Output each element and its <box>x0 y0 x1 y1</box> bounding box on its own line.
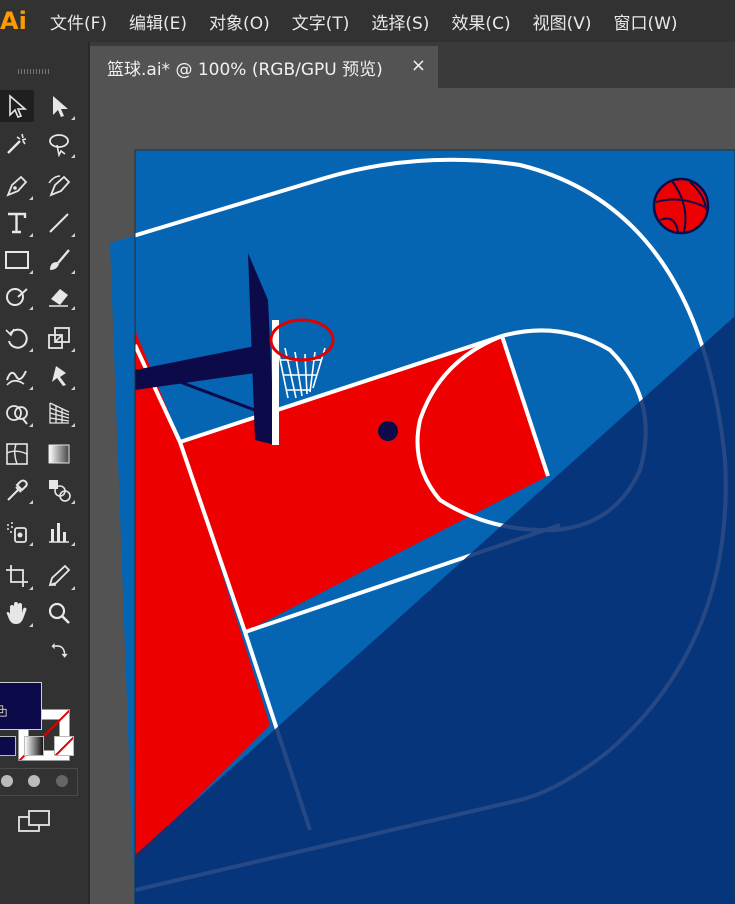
free-throw-dot <box>378 421 398 441</box>
symbol-sprayer-tool-icon[interactable] <box>0 516 34 548</box>
eyedropper-tool-icon[interactable] <box>0 474 34 506</box>
artboard-tool-icon[interactable] <box>0 560 34 592</box>
gradient-mode-button[interactable] <box>24 736 44 756</box>
menu-bar: Ai 文件(F) 编辑(E) 对象(O) 文字(T) 选择(S) 效果(C) 视… <box>0 0 735 42</box>
slice-tool-icon[interactable] <box>42 560 76 592</box>
tools-panel <box>0 42 90 904</box>
document-tab-bar: 篮球.ai* @ 100% (RGB/GPU 预览) × <box>90 42 735 88</box>
shaper-tool-icon[interactable] <box>0 280 34 312</box>
shape-builder-tool-icon[interactable] <box>0 397 34 429</box>
document-tab[interactable]: 篮球.ai* @ 100% (RGB/GPU 预览) × <box>90 46 438 88</box>
scale-tool-icon[interactable] <box>42 322 76 354</box>
swap-fill-stroke-icon[interactable] <box>48 638 72 662</box>
selection-tool-icon[interactable] <box>42 90 76 122</box>
menu-file[interactable]: 文件(F) <box>50 9 107 34</box>
menu-window[interactable]: 窗口(W) <box>613 9 677 34</box>
menu-type[interactable]: 文字(T) <box>292 9 350 34</box>
menu-effect[interactable]: 效果(C) <box>451 9 510 34</box>
direct-selection-tool-icon[interactable] <box>0 90 34 122</box>
menu-select[interactable]: 选择(S) <box>371 9 429 34</box>
lasso-tool-icon[interactable] <box>42 128 76 160</box>
canvas-area[interactable] <box>90 88 735 904</box>
type-tool-icon[interactable] <box>0 207 34 239</box>
draw-inside-icon[interactable] <box>56 775 68 787</box>
close-tab-icon[interactable]: × <box>411 55 426 76</box>
color-mode-button[interactable] <box>0 736 16 756</box>
menu-edit[interactable]: 编辑(E) <box>129 9 187 34</box>
rectangle-tool-icon[interactable] <box>0 244 34 276</box>
document-tab-title: 篮球.ai* @ 100% (RGB/GPU 预览) <box>107 59 383 80</box>
curvature-tool-icon[interactable] <box>42 170 76 202</box>
perspective-grid-tool-icon[interactable] <box>42 397 76 429</box>
none-mode-button[interactable] <box>54 736 74 756</box>
panel-grip[interactable] <box>18 69 50 74</box>
hand-tool-icon[interactable] <box>0 597 34 629</box>
app-logo: Ai <box>0 7 27 35</box>
basketball-icon <box>652 177 710 235</box>
blend-tool-icon[interactable] <box>42 474 76 506</box>
warp-tool-icon[interactable] <box>0 360 34 392</box>
screen-mode-icon[interactable] <box>17 805 51 837</box>
pen-tool-icon[interactable] <box>0 170 34 202</box>
line-segment-tool-icon[interactable] <box>42 207 76 239</box>
draw-mode-group <box>0 768 78 796</box>
paintbrush-tool-icon[interactable] <box>42 244 76 276</box>
menu-object[interactable]: 对象(O) <box>209 9 270 34</box>
magic-wand-tool-icon[interactable] <box>0 128 34 160</box>
artboard[interactable] <box>90 88 735 904</box>
column-graph-tool-icon[interactable] <box>42 516 76 548</box>
rotate-tool-icon[interactable] <box>0 322 34 354</box>
eraser-tool-icon[interactable] <box>42 280 76 312</box>
draw-normal-icon[interactable] <box>1 775 13 787</box>
court-artwork <box>110 150 735 904</box>
zoom-tool-icon[interactable] <box>42 597 76 629</box>
mesh-tool-icon[interactable] <box>0 438 34 470</box>
draw-behind-icon[interactable] <box>28 775 40 787</box>
gradient-tool-icon[interactable] <box>42 438 76 470</box>
menu-view[interactable]: 视图(V) <box>533 9 592 34</box>
puppet-warp-tool-icon[interactable] <box>42 360 76 392</box>
default-fill-stroke-icon[interactable] <box>0 704 8 718</box>
